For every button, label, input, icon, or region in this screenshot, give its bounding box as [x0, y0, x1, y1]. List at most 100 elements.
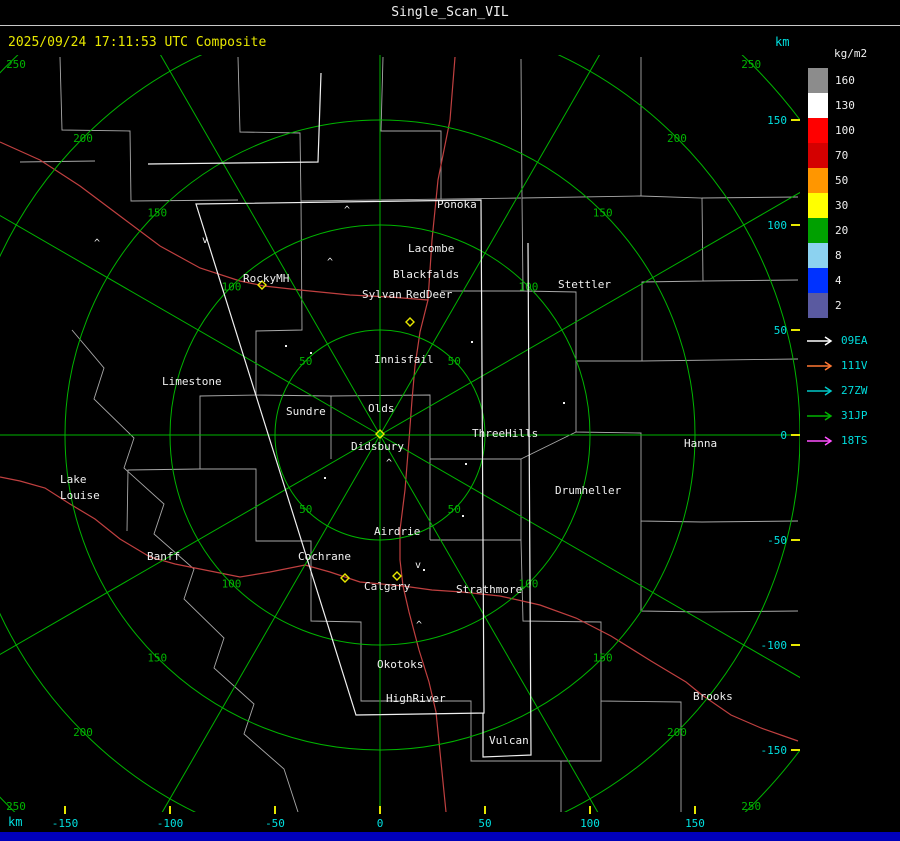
legend-scale-value: 50: [835, 174, 849, 187]
range-ring-label: 50: [448, 355, 461, 368]
city-label-rockymh: RockyMH: [243, 272, 289, 285]
y-axis-label: 50: [774, 324, 787, 337]
city-label-sundre: Sundre: [286, 405, 326, 418]
x-axis-label: 50: [478, 817, 491, 830]
legend-scale-row: 4: [800, 268, 900, 293]
town-dot: [423, 569, 425, 571]
window-titlebar: Single_Scan_VIL: [0, 0, 900, 26]
legend-panel: kg/m2 160 130 100 70 50 30 20 8 4 2 09EA 111V 27ZW 3…: [800, 27, 900, 832]
map-layer: 50 5050 50100 100100 100150 150150 150200 20020…: [0, 55, 800, 813]
site-arrow-icon: [807, 335, 833, 346]
town-dot: [310, 352, 312, 354]
x-axis-label: -100: [157, 817, 184, 830]
x-axis-label: -50: [265, 817, 285, 830]
site-arrow-icon: [807, 410, 833, 421]
range-ring-label: 200: [667, 726, 687, 739]
legend-scale-row: 30: [800, 193, 900, 218]
city-label-vulcan: Vulcan: [489, 734, 529, 747]
legend-color-swatch: [808, 118, 828, 143]
x-axis-label: -150: [52, 817, 79, 830]
range-ring-label: 150: [593, 206, 613, 219]
town-caret-marker: ^: [327, 257, 333, 268]
legend-color-swatch: [808, 193, 828, 218]
site-id-label: 27ZW: [841, 384, 868, 397]
city-label-olds: Olds: [368, 402, 395, 415]
county-boundary-line: [237, 56, 302, 202]
town-dot: [471, 341, 473, 343]
y-axis-label: 150: [767, 114, 787, 127]
county-boundary-line: [702, 279, 799, 282]
city-label-ponoka: Ponoka: [437, 198, 477, 211]
legend-scale-value: 8: [835, 249, 842, 262]
site-arrow-icon: [807, 360, 833, 371]
city-label-lacombe: Lacombe: [408, 242, 454, 255]
y-axis-label: -50: [767, 534, 787, 547]
range-ring-label: 50: [448, 503, 461, 516]
city-label-lake: Lake: [60, 473, 87, 486]
y-axis-label: 100: [767, 219, 787, 232]
legend-scale-value: 100: [835, 124, 855, 137]
legend-scale-value: 20: [835, 224, 849, 237]
legend-unit-label: kg/m2: [834, 47, 868, 60]
x-axis-label: 0: [377, 817, 384, 830]
legend-color-swatch: [808, 143, 828, 168]
legend-site-row: 31JP: [800, 403, 900, 428]
range-ring-label: 250: [6, 58, 26, 71]
bottom-status-bar: [0, 832, 900, 841]
town-dot: [465, 463, 467, 465]
range-ring-label: 150: [147, 652, 167, 665]
legend-scale-row: 2: [800, 293, 900, 318]
range-ring-250: [0, 55, 800, 812]
county-boundary-line: [19, 160, 96, 163]
y-axis-label: 0: [780, 429, 787, 442]
city-label-innisfail: Innisfail: [374, 353, 434, 366]
legend-scale-row: 50: [800, 168, 900, 193]
city-label-stettler: Stettler: [558, 278, 611, 291]
legend-scale-row: 20: [800, 218, 900, 243]
site-id-label: 09EA: [841, 334, 868, 347]
legend-scale-value: 160: [835, 74, 855, 87]
city-label-drumheller: Drumheller: [555, 484, 622, 497]
chevron-marker: v: [415, 560, 421, 571]
city-label-brooks: Brooks: [693, 690, 733, 703]
legend-color-swatch: [808, 268, 828, 293]
city-label-strathmore: Strathmore: [456, 583, 522, 596]
legend-scale-value: 30: [835, 199, 849, 212]
county-boundary-line: [59, 56, 239, 202]
legend-site-row: 111V: [800, 353, 900, 378]
town-dot: [462, 515, 464, 517]
legend-site-row: 09EA: [800, 328, 900, 353]
range-ring-label: 100: [222, 577, 242, 590]
legend-color-swatch: [808, 218, 828, 243]
radar-map-display: 50 50 50 50 100 100 100 100 150 150 150 150 200 200 20…: [0, 55, 800, 830]
legend-scale-row: 130: [800, 93, 900, 118]
scan-area-outline: [482, 242, 532, 758]
legend-scale-row: 100: [800, 118, 900, 143]
legend-color-swatch: [808, 293, 828, 318]
city-label-calgary: Calgary: [364, 580, 411, 593]
town-dot: [563, 402, 565, 404]
town-caret-marker: ^: [416, 620, 422, 631]
city-label-threehills: ThreeHills: [472, 427, 538, 440]
city-label-didsbury: Didsbury: [351, 440, 404, 453]
county-boundary-line: [520, 58, 642, 199]
legend-color-swatch: [808, 93, 828, 118]
range-ring-label: 200: [667, 132, 687, 145]
range-ring-label: 200: [73, 726, 93, 739]
city-label-reddeer: RedDeer: [406, 288, 453, 301]
town-caret-marker: ^: [386, 458, 392, 469]
legend-scale-value: 70: [835, 149, 849, 162]
city-label-okotoks: Okotoks: [377, 658, 423, 671]
city-label-limestone: Limestone: [162, 375, 222, 388]
town-dot: [285, 345, 287, 347]
range-ring-label: 100: [222, 281, 242, 294]
legend-scale-row: 160: [800, 68, 900, 93]
range-ring-label: 150: [593, 652, 613, 665]
county-boundary-line: [71, 329, 299, 812]
legend-site-row: 27ZW: [800, 378, 900, 403]
legend-site-row: 18TS: [800, 428, 900, 453]
county-boundary-line: [561, 701, 602, 762]
range-ring-label: 250: [741, 800, 761, 813]
legend-scale-row: 8: [800, 243, 900, 268]
city-label-highriver: HighRiver: [386, 692, 446, 705]
